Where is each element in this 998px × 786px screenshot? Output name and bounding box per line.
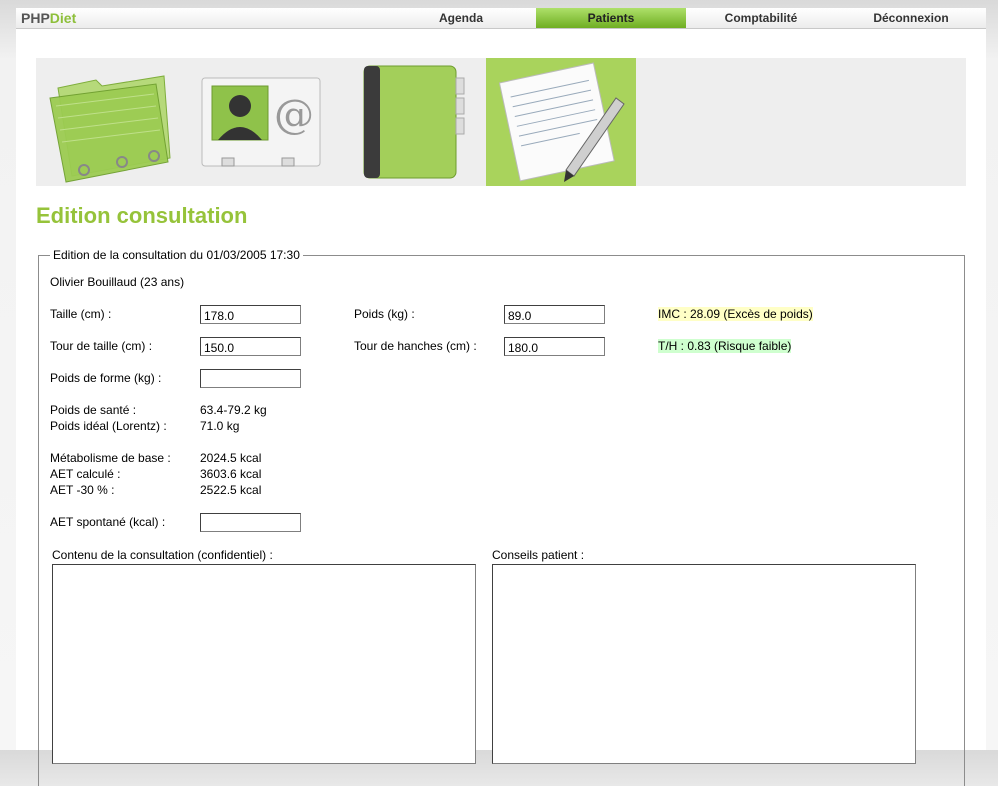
aet-30-label: AET -30 % : (50, 483, 115, 497)
aet-spontane-input[interactable] (200, 513, 301, 532)
aet-calcule-value: 3603.6 kcal (200, 467, 262, 481)
poids-sante-value: 63.4-79.2 kg (200, 403, 267, 417)
metabolisme-label: Métabolisme de base : (50, 451, 171, 465)
contenu-label: Contenu de la consultation (confidentiel… (52, 548, 273, 562)
tour-taille-input[interactable]: 150.0 (200, 337, 301, 356)
poids-ideal-label: Poids idéal (Lorentz) : (50, 419, 167, 433)
conseils-textarea[interactable] (492, 564, 916, 764)
tour-hanches-input[interactable]: 180.0 (504, 337, 605, 356)
aet-spontane-label: AET spontané (kcal) : (50, 515, 166, 529)
nav-agenda[interactable]: Agenda (386, 8, 536, 28)
page: PHPDiet Agenda Patients Comptabilité Déc… (0, 0, 998, 786)
address-book-icon[interactable] (336, 58, 486, 186)
poids-input[interactable]: 89.0 (504, 305, 605, 324)
poids-forme-label: Poids de forme (kg) : (50, 371, 162, 385)
poids-ideal-value: 71.0 kg (200, 419, 240, 433)
taille-label: Taille (cm) : (50, 307, 112, 321)
taille-input[interactable]: 178.0 (200, 305, 301, 324)
app-logo[interactable]: PHPDiet (21, 10, 76, 26)
logo-text-php: PHP (21, 10, 50, 26)
aet-calcule-label: AET calculé : (50, 467, 121, 481)
nav-comptabilite[interactable]: Comptabilité (686, 8, 836, 28)
svg-text:@: @ (274, 92, 314, 138)
poids-forme-input[interactable] (200, 369, 301, 388)
contact-card-icon[interactable]: @ (186, 58, 336, 186)
patient-name: Olivier Bouillaud (23 ans) (50, 275, 185, 289)
tour-hanches-label: Tour de hanches (cm) : (354, 339, 477, 353)
content-panel: @ Edition consultation Edition de la con… (16, 29, 986, 786)
aet-30-value: 2522.5 kcal (200, 483, 262, 497)
contenu-textarea[interactable] (52, 564, 476, 764)
top-nav-bar: PHPDiet Agenda Patients Comptabilité Déc… (16, 8, 986, 29)
nav-patients[interactable]: Patients (536, 8, 686, 28)
document-edit-icon[interactable] (486, 58, 636, 186)
page-title: Edition consultation (36, 203, 248, 228)
poids-label: Poids (kg) : (354, 307, 415, 321)
folder-icon[interactable] (36, 58, 186, 186)
tour-taille-label: Tour de taille (cm) : (50, 339, 153, 353)
imc-indicator: IMC : 28.09 (Excès de poids) (658, 307, 813, 321)
fieldset-legend: Edition de la consultation du 01/03/2005… (50, 248, 303, 262)
poids-sante-label: Poids de santé : (50, 403, 137, 417)
metabolisme-value: 2024.5 kcal (200, 451, 262, 465)
conseils-label: Conseils patient : (492, 548, 585, 562)
icon-banner: @ (36, 58, 966, 186)
nav-deconnexion[interactable]: Déconnexion (836, 8, 986, 28)
th-indicator: T/H : 0.83 (Risque faible) (658, 339, 792, 353)
logo-text-diet: Diet (49, 10, 77, 26)
